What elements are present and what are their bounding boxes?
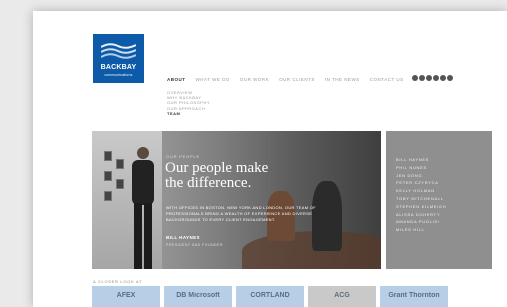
client-logo-text: Grant Thornton (388, 292, 440, 299)
client-logo-text: CORTLAND (250, 292, 290, 299)
website-page: BACKBAY communications About What We Do … (33, 11, 507, 307)
hero-banner: Our People Our people make the differenc… (92, 131, 381, 269)
client-logo-grant-thornton[interactable]: Grant Thornton (380, 286, 448, 307)
team-panel: Bill Haynes Phil Nunes Jen Dong Peter Cz… (386, 131, 492, 269)
team-member-link[interactable]: Alissa Doherty (396, 211, 446, 219)
client-logo-text: AFEX (116, 292, 136, 299)
team-member-link[interactable]: Miles Hill (396, 226, 446, 234)
hero-headline: Our people make the difference. (165, 161, 335, 191)
nav-item-about[interactable]: About (167, 77, 186, 85)
linkedin-icon[interactable] (433, 75, 439, 81)
hero-author-role: President and Founder (166, 243, 223, 247)
hero-headline-line1: Our people make (165, 160, 269, 176)
client-logos: AFEX DB Microsoft CORTLAND ACG Grant Tho… (92, 286, 448, 307)
nav-item-contact-us[interactable]: Contact Us (370, 77, 404, 85)
client-logo-cortland[interactable]: CORTLAND (236, 286, 304, 307)
hero-headline-line2: the difference. (165, 175, 252, 191)
subnav-item-team[interactable]: Team (167, 111, 210, 116)
team-member-link[interactable]: Bill Haynes (396, 156, 446, 164)
wave-logo-icon (101, 43, 136, 59)
hero-label: Our People (166, 154, 201, 159)
sub-nav: Overview Why BackBay Our Philosophy Our … (167, 90, 210, 116)
hero-photo-frame (116, 179, 124, 189)
twitter-icon[interactable] (426, 75, 432, 81)
hero-photo-frame (104, 191, 112, 201)
team-member-link[interactable]: Phil Nunes (396, 164, 446, 172)
hero-photo-frame (104, 151, 112, 161)
team-member-link[interactable]: Kelly Holman (396, 187, 446, 195)
clients-heading: A Closer Look At (93, 279, 143, 284)
client-logo-afex[interactable]: AFEX (92, 286, 160, 307)
hero-author: BILL HAYNES (166, 235, 200, 240)
team-list: Bill Haynes Phil Nunes Jen Dong Peter Cz… (396, 156, 446, 234)
blog-icon[interactable] (440, 75, 446, 81)
hero-photo-frame (104, 171, 112, 181)
logo-brand-name: BACKBAY (100, 64, 137, 71)
team-member-link[interactable]: Amanda Puglisi (396, 218, 446, 226)
nav-item-our-work[interactable]: Our Work (240, 77, 269, 85)
team-member-link[interactable]: Peter Czyryca (396, 179, 446, 187)
client-logo-db[interactable]: DB Microsoft (164, 286, 232, 307)
nav-item-what-we-do[interactable]: What We Do (196, 77, 230, 85)
main-nav: About What We Do Our Work Our Clients In… (167, 77, 404, 85)
team-member-link[interactable]: Stephen Kilmeigh (396, 203, 446, 211)
subnav-item-our-philosophy[interactable]: Our Philosophy (167, 100, 210, 105)
nav-item-our-clients[interactable]: Our Clients (279, 77, 315, 85)
hero-photo-frame (116, 159, 124, 169)
backbay-logo[interactable]: BACKBAY communications (93, 34, 144, 83)
team-member-link[interactable]: Jen Dong (396, 172, 446, 180)
client-logo-acg[interactable]: ACG (308, 286, 376, 307)
hero-photo-person (132, 147, 154, 269)
hero-body: With offices in Boston, New York and Lon… (166, 205, 316, 222)
logo-subtitle: communications (104, 73, 133, 77)
client-logo-text: DB Microsoft (176, 292, 220, 299)
team-member-link[interactable]: Toby Mitchenall (396, 195, 446, 203)
client-logo-text: ACG (334, 292, 350, 299)
facebook-icon[interactable] (419, 75, 425, 81)
rss-icon[interactable] (447, 75, 453, 81)
social-icons (412, 75, 453, 81)
nav-item-in-the-news[interactable]: In The News (325, 77, 360, 85)
email-icon[interactable] (412, 75, 418, 81)
